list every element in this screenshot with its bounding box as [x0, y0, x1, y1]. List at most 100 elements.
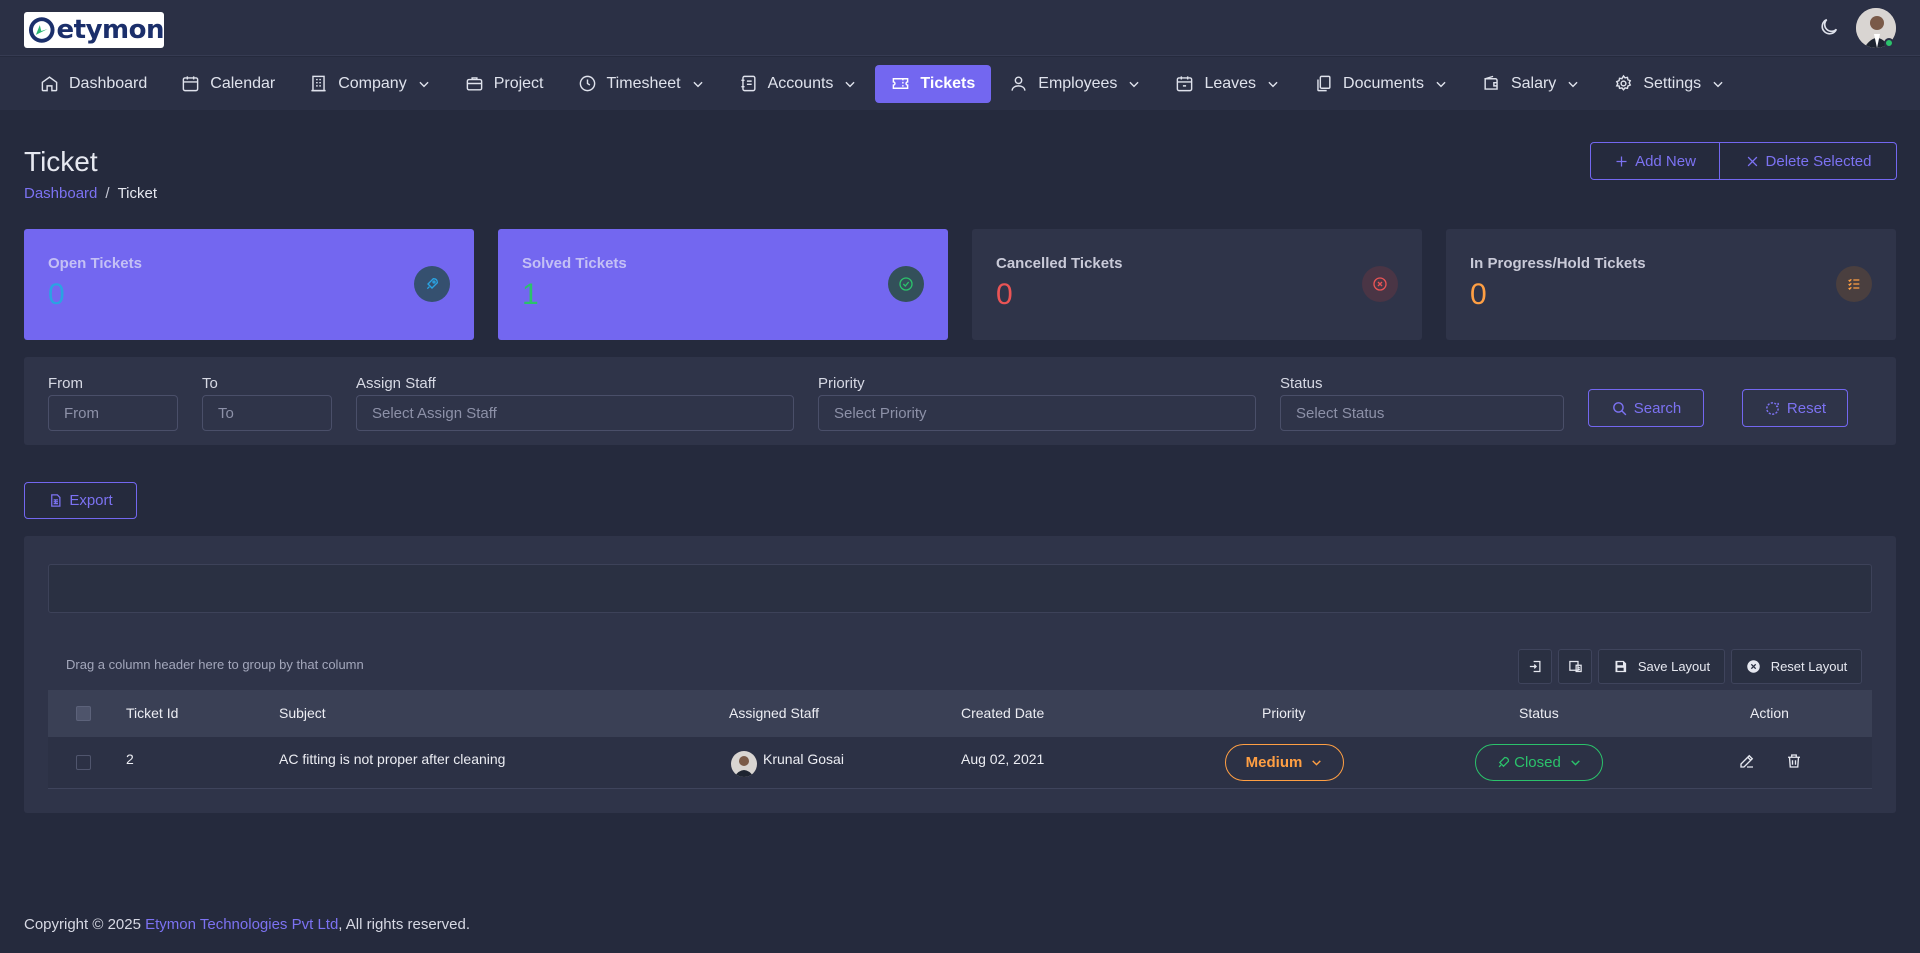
x-circle-icon	[1362, 266, 1398, 302]
footer: Copyright © 2025 Etymon Technologies Pvt…	[24, 916, 470, 933]
search-icon	[1612, 401, 1627, 415]
stat-value: 1	[522, 278, 539, 311]
row-checkbox[interactable]	[76, 755, 91, 770]
table-row[interactable]: 2 AC fitting is not proper after cleanin…	[48, 737, 1872, 789]
reset-button[interactable]: Reset	[1742, 389, 1848, 427]
to-label: To	[202, 375, 218, 392]
rocket-icon	[414, 266, 450, 302]
nav-documents[interactable]: Documents	[1298, 65, 1464, 103]
column-chooser-button[interactable]	[1518, 649, 1552, 684]
column-chooser-icon	[1529, 660, 1540, 673]
documents-icon	[1317, 75, 1331, 92]
reset-layout-button[interactable]: Reset Layout	[1731, 649, 1862, 684]
nav-company[interactable]: Company	[293, 65, 446, 103]
column-header-priority[interactable]: Priority	[1262, 705, 1306, 721]
nav-project[interactable]: Project	[449, 65, 560, 103]
save-icon	[1615, 660, 1626, 673]
column-header-subject[interactable]: Subject	[279, 705, 326, 721]
column-header-assigned-staff[interactable]: Assigned Staff	[729, 705, 819, 721]
to-date-input[interactable]: To	[202, 395, 332, 431]
delete-selected-button[interactable]: Delete Selected	[1720, 142, 1897, 180]
wallet-icon	[1484, 75, 1498, 90]
edit-icon[interactable]	[1738, 752, 1756, 770]
select-all-checkbox[interactable]	[76, 706, 91, 721]
chevron-down-icon	[1568, 81, 1578, 87]
brand-logo[interactable]: etymon	[24, 12, 165, 48]
nav-label: Timesheet	[606, 74, 681, 92]
from-date-input[interactable]: From	[48, 395, 178, 431]
nav-timesheet[interactable]: Timesheet	[562, 65, 721, 103]
nav-salary[interactable]: Salary	[1466, 65, 1596, 103]
nav-label: Settings	[1643, 74, 1702, 92]
nav-label: Employees	[1038, 74, 1118, 92]
stat-value: 0	[996, 278, 1013, 311]
status-value: Closed	[1514, 754, 1561, 771]
status-select[interactable]: Select Status	[1280, 395, 1564, 431]
stat-value: 0	[48, 278, 65, 311]
column-header-ticket-id[interactable]: Ticket Id	[126, 705, 178, 721]
grid-search-panel[interactable]	[48, 564, 1872, 613]
delete-icon[interactable]	[1785, 752, 1803, 770]
chevron-down-icon	[1312, 760, 1322, 766]
clock-icon	[579, 75, 595, 92]
nav-employees[interactable]: Employees	[993, 65, 1157, 103]
search-button[interactable]: Search	[1588, 389, 1704, 427]
plus-icon	[1616, 156, 1627, 166]
chevron-down-icon	[1129, 81, 1140, 87]
ticket-icon	[893, 78, 909, 89]
brand-name: etymon	[56, 15, 165, 45]
column-header-action[interactable]: Action	[1750, 705, 1789, 721]
close-circle-icon	[1746, 660, 1760, 673]
close-icon	[1747, 156, 1757, 166]
nav-label: Documents	[1343, 74, 1424, 92]
breadcrumb: Dashboard / Ticket	[24, 185, 157, 202]
nav-dashboard[interactable]: Dashboard	[24, 65, 163, 103]
breadcrumb-home-link[interactable]: Dashboard	[24, 185, 97, 202]
check-circle-icon	[888, 266, 924, 302]
staff-avatar	[731, 751, 757, 777]
nav-calendar[interactable]: Calendar	[165, 65, 291, 103]
calendar-leave-icon	[1177, 76, 1193, 92]
cancelled-tickets-card: Cancelled Tickets 0	[972, 229, 1422, 340]
nav-accounts[interactable]: Accounts	[723, 65, 874, 103]
footer-suffix: , All rights reserved.	[338, 916, 471, 933]
nav-label: Project	[493, 74, 544, 92]
cell-assigned-staff: Krunal Gosai	[763, 751, 844, 767]
export-label: Export	[69, 492, 113, 509]
priority-dropdown[interactable]: Medium	[1225, 744, 1344, 781]
nav-label: Leaves	[1204, 74, 1257, 92]
nav-settings[interactable]: Settings	[1598, 65, 1741, 103]
nav-tickets[interactable]: Tickets	[875, 64, 992, 103]
nav-leaves[interactable]: Leaves	[1159, 65, 1296, 103]
status-dropdown[interactable]: Closed	[1475, 744, 1603, 781]
chevron-down-icon	[1268, 81, 1278, 87]
dark-mode-toggle-icon[interactable]	[1818, 16, 1840, 38]
stat-title: Solved Tickets	[522, 255, 627, 272]
chevron-down-icon	[1571, 760, 1580, 766]
column-header-status[interactable]: Status	[1519, 705, 1559, 721]
online-status-dot	[1884, 38, 1894, 48]
calendar-icon	[182, 76, 199, 92]
nav-label: Dashboard	[69, 74, 148, 92]
from-label: From	[48, 375, 83, 392]
footer-company-link[interactable]: Etymon Technologies Pvt Ltd	[145, 916, 338, 933]
refresh-icon	[1766, 401, 1779, 415]
ledger-icon	[740, 75, 756, 92]
delete-selected-label: Delete Selected	[1765, 152, 1872, 170]
breadcrumb-current: Ticket	[117, 185, 158, 202]
export-grid-icon	[1568, 660, 1582, 673]
export-grid-button[interactable]	[1558, 649, 1592, 684]
breadcrumb-separator: /	[105, 185, 110, 202]
add-new-button[interactable]: Add New	[1590, 142, 1720, 180]
group-panel-hint: Drag a column header here to group by th…	[66, 657, 364, 672]
assign-staff-select[interactable]: Select Assign Staff	[356, 395, 794, 431]
status-label: Status	[1280, 375, 1323, 392]
main-nav: Dashboard Calendar Company Project Times…	[0, 57, 1920, 110]
save-layout-button[interactable]: Save Layout	[1598, 649, 1725, 684]
column-header-created-date[interactable]: Created Date	[961, 705, 1044, 721]
open-tickets-card: Open Tickets 0	[24, 229, 474, 340]
nav-label: Accounts	[767, 74, 834, 92]
export-button[interactable]: Export	[24, 482, 137, 519]
priority-select[interactable]: Select Priority	[818, 395, 1256, 431]
spreadsheet-icon	[51, 494, 61, 507]
